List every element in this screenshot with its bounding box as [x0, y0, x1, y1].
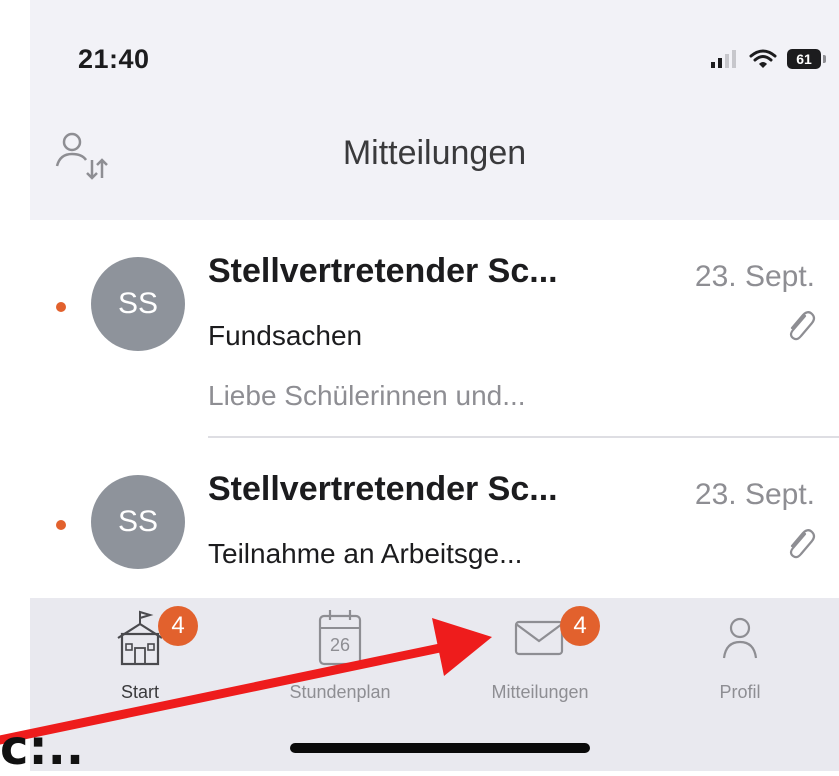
- person-icon: [722, 617, 758, 659]
- message-sender: Stellvertretender Sc...: [208, 470, 558, 508]
- unread-indicator: [56, 302, 66, 312]
- status-time: 21:40: [78, 44, 150, 74]
- tab-label: Start: [120, 682, 159, 702]
- avatar: SS: [91, 475, 185, 569]
- message-date: 23. Sept.: [694, 260, 815, 293]
- notification-badge: 4: [560, 606, 600, 646]
- tab-stundenplan[interactable]: 26 Stundenplan: [240, 608, 440, 708]
- tab-label: Profil: [719, 682, 761, 702]
- tab-label: Stundenplan: [289, 682, 391, 702]
- message-list: SS Stellvertretender Sc... 23. Sept. Fun…: [30, 220, 839, 598]
- home-indicator: [290, 743, 590, 753]
- notification-badge: 4: [158, 606, 198, 646]
- paperclip-icon: [789, 529, 816, 559]
- signal-icon: [711, 50, 736, 68]
- paperclip-icon: [789, 311, 816, 341]
- message-subject: Fundsachen: [208, 320, 363, 351]
- message-row[interactable]: SS Stellvertretender Sc... 23. Sept. Tei…: [30, 438, 839, 598]
- message-sender: Stellvertretender Sc...: [208, 252, 558, 290]
- status-icons: 61: [709, 44, 826, 74]
- message-preview: Liebe Schülerinnen und...: [208, 380, 526, 411]
- annotation-text: c:..: [0, 720, 85, 776]
- wifi-icon: [749, 49, 777, 68]
- tab-profil[interactable]: Profil: [640, 608, 839, 708]
- tab-bar: 4 Start 26 Stundenplan 4 Mitteilungen Pr…: [30, 598, 839, 771]
- tab-label: Mitteilungen: [491, 682, 589, 702]
- status-bar: 21:40 61: [30, 0, 839, 110]
- message-date: 23. Sept.: [694, 478, 815, 511]
- page-title: Mitteilungen: [342, 134, 527, 172]
- battery-icon: 61: [787, 49, 826, 69]
- tab-mitteilungen[interactable]: 4 Mitteilungen: [440, 606, 640, 708]
- message-row[interactable]: SS Stellvertretender Sc... 23. Sept. Fun…: [30, 220, 839, 438]
- phone-screen: 21:40 61 Mitteilungen SS Stellvertretend…: [30, 0, 839, 771]
- navigation-bar: Mitteilungen: [30, 110, 839, 220]
- tab-start[interactable]: 4 Start: [40, 606, 240, 708]
- calendar-day: 26: [329, 635, 351, 655]
- avatar: SS: [91, 257, 185, 351]
- message-subject: Teilnahme an Arbeitsge...: [208, 538, 523, 569]
- unread-indicator: [56, 520, 66, 530]
